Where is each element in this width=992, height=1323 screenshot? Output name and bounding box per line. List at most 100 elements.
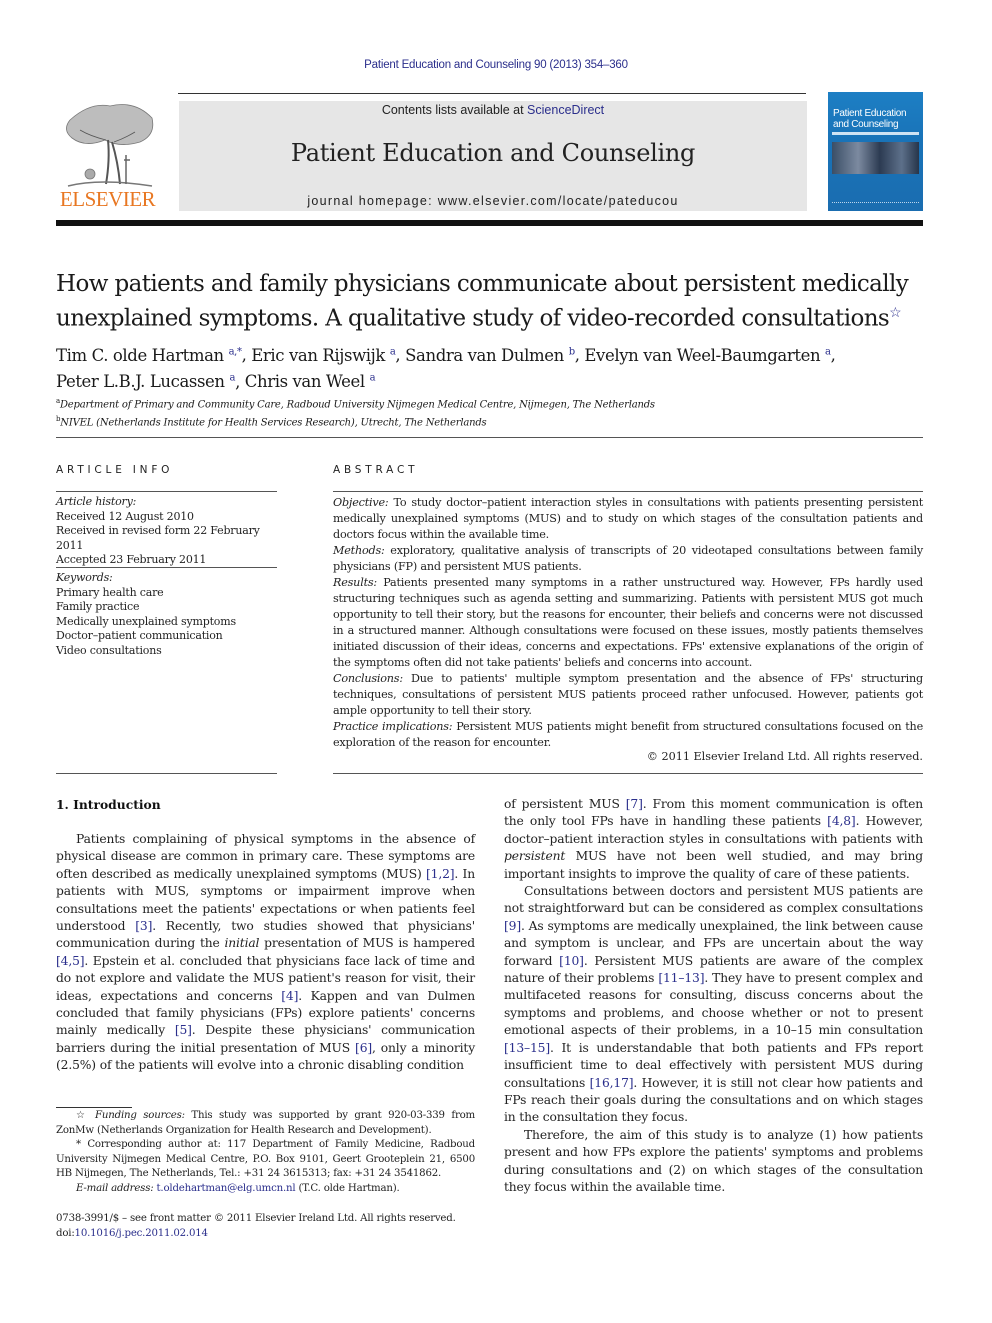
body-text: of persistent MUS (504, 797, 626, 811)
title-line: How patients and family physicians commu… (56, 271, 909, 297)
homepage-url[interactable]: www.elsevier.com/locate/pateducou (438, 194, 679, 208)
citation-link[interactable]: [11–13] (658, 971, 704, 985)
contents-prefix: Contents lists available at (381, 103, 528, 117)
sciencedirect-link[interactable]: ScienceDirect (527, 103, 604, 117)
email-footnote: E-mail address: t.oldehartman@elg.umcn.n… (76, 1182, 400, 1194)
affiliations: aDepartment of Primary and Community Car… (56, 394, 926, 431)
journal-homepage: journal homepage: www.elsevier.com/locat… (179, 194, 807, 208)
citation-link[interactable]: [9] (504, 919, 521, 933)
history-item: Accepted 23 February 2011 (56, 553, 207, 566)
elsevier-tree-icon (66, 104, 154, 187)
citation-link[interactable]: [10] (559, 954, 584, 968)
citation-link[interactable]: [7] (626, 797, 643, 811)
history-item: Received 12 August 2010 (56, 509, 194, 523)
footnotes: ☆ Funding sources: This study was suppor… (56, 1109, 475, 1196)
contents-line: Contents lists available at ScienceDirec… (179, 103, 807, 117)
title-line-2: unexplained symptoms. A qualitative stud… (56, 299, 926, 334)
author-group-line2: Peter L.B.J. Lucassen a, Chris van Weel … (56, 372, 376, 391)
cover-title-line: Patient Education (833, 108, 907, 119)
abstract-objective: Objective: To study doctor–patient inter… (333, 496, 923, 541)
history-item: Received in revised form 22 February 201… (56, 524, 260, 552)
keywords: Keywords: Primary health care Family pra… (56, 571, 281, 658)
abstract-practice-implications: Practice implications: Persistent MUS pa… (333, 720, 923, 749)
citation-link[interactable]: [16,17] (590, 1076, 634, 1090)
author[interactable]: Sandra van Dulmen b (405, 346, 575, 365)
intro-paragraph: Consultations between doctors and persis… (504, 883, 923, 1127)
doi-link[interactable]: 10.1016/j.pec.2011.02.014 (75, 1228, 208, 1239)
citation-link[interactable]: [4] (281, 989, 298, 1003)
affiliation: bNIVEL (Netherlands Institute for Health… (56, 415, 487, 429)
header-rule (178, 93, 806, 94)
keyword: Video consultations (56, 643, 162, 657)
abstract-body: Objective: To study doctor–patient inter… (333, 495, 923, 751)
author-affil-mark[interactable]: a,* (229, 346, 242, 357)
cover-footer (832, 202, 919, 207)
citation-link[interactable]: [4,5] (56, 954, 85, 968)
body-column-left: Patients complaining of physical symptom… (56, 831, 475, 1075)
article-info-heading: ARTICLE INFO (56, 464, 174, 476)
body-text: Consultations between doctors and persis… (504, 884, 923, 916)
article-history: Article history: Received 12 August 2010… (56, 495, 281, 568)
cover-title-line: and Counseling (833, 119, 899, 130)
author-affil-mark[interactable]: a (370, 373, 376, 384)
masthead-thick-rule (56, 220, 923, 226)
citation-link[interactable]: [6] (355, 1041, 372, 1055)
keyword: Family practice (56, 600, 140, 613)
citation-link[interactable]: [4,8] (827, 814, 856, 828)
keyword: Doctor–patient communication (56, 629, 223, 642)
title-footnote-star-icon[interactable]: ☆ (889, 305, 902, 321)
abstract-heading: ABSTRACT (333, 464, 419, 476)
author[interactable]: Chris van Weel a (245, 372, 376, 391)
intro-paragraph: Patients complaining of physical symptom… (56, 831, 475, 1075)
citation-link[interactable]: [13–15] (504, 1041, 550, 1055)
history-heading: Article history: (56, 495, 137, 508)
article-info-rule (56, 773, 277, 774)
abstract-rule (333, 773, 923, 774)
body-text: Patients complaining of physical symptom… (56, 832, 475, 881)
homepage-label: journal homepage: (307, 194, 438, 208)
article-title: How patients and family physicians commu… (56, 270, 926, 334)
intro-paragraph: of persistent MUS [7]. From this moment … (504, 796, 923, 883)
doi-line: doi:10.1016/j.pec.2011.02.014 (56, 1227, 208, 1239)
keyword: Medically unexplained symptoms (56, 614, 236, 628)
affiliation: aDepartment of Primary and Community Car… (56, 397, 655, 411)
author[interactable]: Tim C. olde Hartman a,* (56, 346, 242, 365)
funding-footnote: ☆ Funding sources: This study was suppor… (56, 1110, 476, 1136)
body-column-right: of persistent MUS [7]. From this moment … (504, 796, 923, 1196)
emphasis: persistent (504, 849, 566, 864)
emphasis: initial (224, 936, 260, 951)
author-list: Tim C. olde Hartman a,*, Eric van Rijswi… (56, 340, 926, 393)
author[interactable]: Evelyn van Weel-Baumgarten a (584, 346, 831, 365)
body-text: MUS have not been well studied, and may … (504, 849, 923, 881)
citation-link[interactable]: [3] (135, 919, 152, 933)
abstract-results: Results: Patients presented many symptom… (333, 576, 923, 669)
email-link[interactable]: t.oldehartman@elg.umcn.nl (157, 1183, 296, 1194)
keyword: Primary health care (56, 585, 164, 599)
front-matter: 0738-3991/$ – see front matter © 2011 El… (56, 1212, 475, 1241)
abstract-conclusions: Conclusions: Due to patients' multiple s… (333, 672, 923, 717)
issn-line: 0738-3991/$ – see front matter © 2011 El… (56, 1213, 456, 1224)
cover-photo-collage (832, 142, 919, 174)
abstract-rule (333, 491, 923, 492)
affiliation-rule (56, 437, 923, 438)
abstract-methods: Methods: exploratory, qualitative analys… (333, 544, 923, 573)
intro-paragraph: Therefore, the aim of this study is to a… (504, 1127, 923, 1197)
body-text: presentation of MUS is hampered (259, 936, 476, 951)
footnote-rule (56, 1107, 132, 1108)
corresponding-author-footnote: * Corresponding author at: 117 Departmen… (56, 1139, 475, 1179)
author-group-line1: Tim C. olde Hartman a,*, Eric van Rijswi… (56, 345, 836, 365)
cover-title: Patient Education and Counseling (833, 108, 919, 130)
elsevier-wordmark: ELSEVIER (59, 187, 156, 211)
running-head[interactable]: Patient Education and Counseling 90 (201… (0, 59, 992, 71)
citation-link[interactable]: [5] (175, 1023, 192, 1037)
author[interactable]: Peter L.B.J. Lucassen a (56, 372, 235, 391)
journal-masthead: Contents lists available at ScienceDirec… (179, 101, 807, 211)
elsevier-logo[interactable]: ELSEVIER (55, 100, 160, 212)
citation-link[interactable]: [1,2] (426, 867, 455, 881)
keywords-heading: Keywords: (56, 571, 113, 584)
article-info-rule (56, 491, 277, 492)
journal-cover-thumbnail[interactable]: Patient Education and Counseling (828, 92, 923, 211)
author[interactable]: Eric van Rijswijk a (251, 346, 396, 365)
journal-title: Patient Education and Counseling (290, 139, 696, 167)
title-line: unexplained symptoms. A qualitative stud… (56, 305, 890, 332)
